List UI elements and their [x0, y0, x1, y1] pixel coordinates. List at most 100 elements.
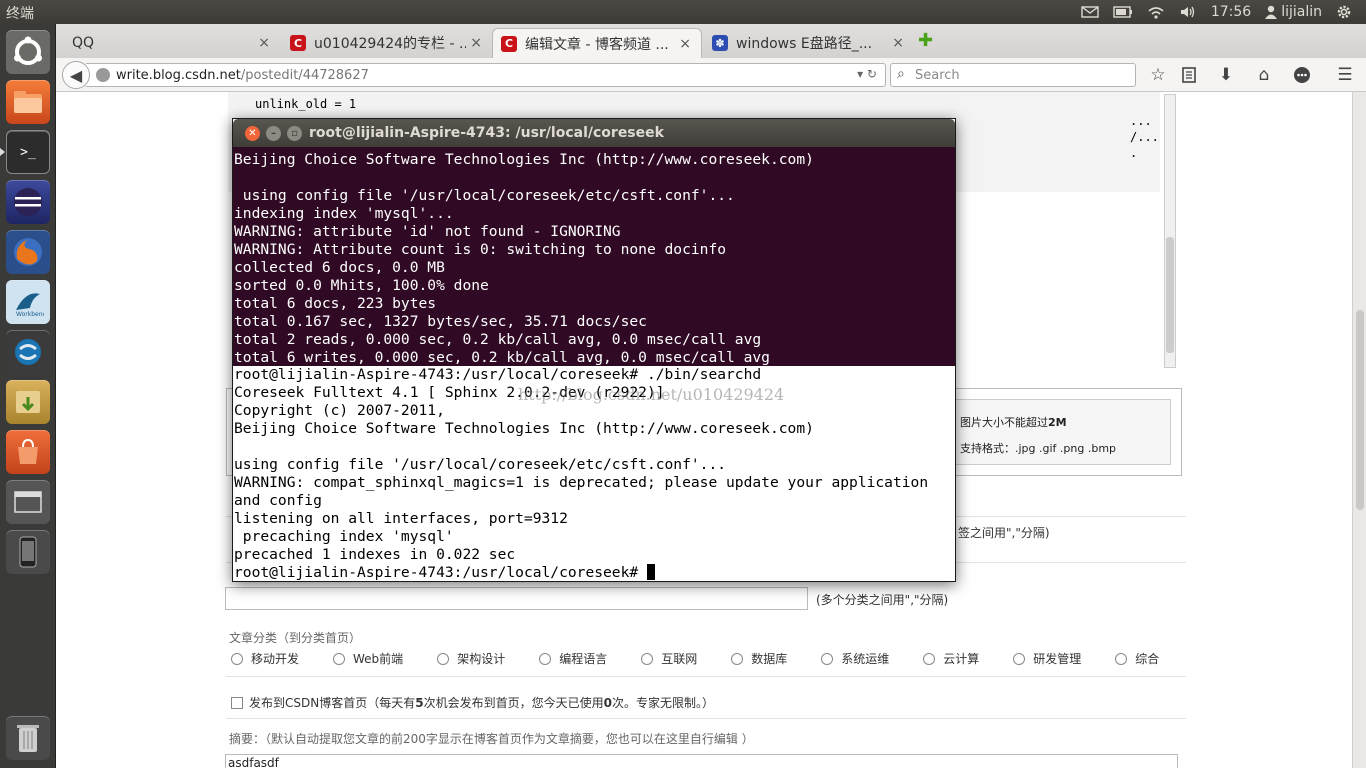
- divider: [226, 676, 1186, 677]
- csdn-favicon-icon: C: [290, 35, 306, 51]
- sublime-icon[interactable]: [6, 330, 50, 374]
- category-radio[interactable]: 架构设计: [437, 650, 505, 667]
- mail-icon[interactable]: [1081, 6, 1099, 18]
- category-radio[interactable]: 数据库: [731, 650, 787, 667]
- phone-icon[interactable]: [6, 530, 50, 574]
- editor-scrollbar[interactable]: [1164, 94, 1176, 368]
- reading-list-icon[interactable]: [1178, 65, 1200, 85]
- csdn-favicon-icon: C: [501, 35, 517, 52]
- terminal-line: root@lijialin-Aspire-4743:/usr/local/cor…: [234, 366, 762, 383]
- close-window-button[interactable]: ✕: [245, 126, 260, 141]
- tab-windows-path[interactable]: ✽ windows E盘路径_... ×: [704, 28, 914, 58]
- text-cursor: [646, 564, 655, 580]
- eclipse-icon[interactable]: [6, 180, 50, 224]
- search-placeholder: Search: [915, 67, 960, 83]
- category-radio[interactable]: 编程语言: [539, 650, 607, 667]
- terminal-titlebar[interactable]: ✕ – ▫ root@lijialin-Aspire-4743: /usr/lo…: [233, 119, 955, 147]
- archive-manager-icon[interactable]: [6, 380, 50, 424]
- active-window-title: 终端: [6, 6, 34, 22]
- software-center-icon[interactable]: [6, 430, 50, 474]
- search-input[interactable]: ⌕ Search: [890, 63, 1136, 87]
- menu-icon[interactable]: ☰: [1334, 65, 1356, 85]
- back-button[interactable]: ◀: [62, 61, 90, 89]
- category-radio[interactable]: 综合: [1115, 650, 1159, 667]
- workspace-switcher-icon[interactable]: [6, 480, 50, 524]
- category-radio-group: 移动开发 Web前端 架构设计 编程语言 互联网 数据库 系统运维 云计算 研发…: [231, 650, 1193, 667]
- category-radio[interactable]: 移动开发: [231, 650, 299, 667]
- ubuntu-logo-icon[interactable]: [6, 30, 50, 74]
- launcher: >_ Workbench: [0, 24, 56, 768]
- search-icon: ⌕: [897, 66, 905, 82]
- home-icon[interactable]: ⌂: [1253, 65, 1275, 85]
- publish-checkbox[interactable]: [231, 696, 243, 709]
- new-tab-button[interactable]: ✚: [918, 30, 933, 51]
- category-title: 文章分类（到分类首页）: [229, 631, 362, 645]
- tab-label: QQ: [72, 35, 95, 51]
- editor-scroll-thumb[interactable]: [1166, 237, 1174, 353]
- user-name: lijialin: [1281, 4, 1322, 20]
- download-icon[interactable]: ⬇: [1215, 65, 1237, 85]
- close-icon[interactable]: ×: [892, 35, 904, 51]
- code-line: unlink_old = 1: [255, 97, 357, 111]
- category-radio[interactable]: 研发管理: [1013, 650, 1081, 667]
- tab-label: u010429424的专栏 - ...: [314, 36, 467, 52]
- trash-icon[interactable]: [6, 716, 50, 760]
- tag-hint: 签之间用","分隔): [958, 526, 1050, 540]
- tab-blog-column[interactable]: C u010429424的专栏 - ... ×: [282, 28, 492, 58]
- tab-qq[interactable]: QQ ×: [64, 28, 280, 58]
- tab-edit-article[interactable]: C 编辑文章 - 博客频道 ... ×: [492, 28, 702, 58]
- category-radio[interactable]: 云计算: [923, 650, 979, 667]
- wifi-icon[interactable]: [1147, 5, 1165, 19]
- url-path: /postedit/44728627: [240, 67, 369, 83]
- terminal-line: using config file '/usr/local/coreseek/e…: [234, 456, 727, 473]
- user-icon: [1265, 5, 1278, 19]
- terminal-line: precached 1 indexes in 0.022 sec: [234, 546, 516, 563]
- page-scroll-thumb[interactable]: [1356, 310, 1364, 510]
- volume-icon[interactable]: [1179, 5, 1197, 19]
- baidu-favicon-icon: ✽: [712, 35, 728, 51]
- category-radio[interactable]: Web前端: [333, 650, 403, 667]
- clock[interactable]: 17:56: [1211, 4, 1251, 20]
- close-icon[interactable]: ×: [470, 35, 482, 51]
- terminal-line: Copyright (c) 2007-2011,: [234, 402, 445, 419]
- files-icon[interactable]: [6, 80, 50, 124]
- terminal-line: listening on all interfaces, port=9312: [234, 510, 568, 527]
- terminal-line: total 0.167 sec, 1327 bytes/sec, 35.71 d…: [234, 313, 647, 330]
- terminal-line: Beijing Choice Software Technologies Inc…: [234, 151, 814, 168]
- bookmark-star-icon[interactable]: ☆: [1147, 65, 1169, 85]
- close-icon[interactable]: ×: [679, 36, 691, 52]
- terminal-icon[interactable]: >_: [6, 130, 50, 174]
- battery-icon[interactable]: [1113, 6, 1133, 18]
- url-domain: write.blog.csdn.net: [116, 67, 241, 83]
- url-bar[interactable]: write.blog.csdn.net/postedit/44728627 ▾ …: [86, 63, 886, 87]
- user-menu[interactable]: lijialin: [1265, 4, 1322, 20]
- terminal-line: collected 6 docs, 0.0 MB: [234, 259, 445, 276]
- chat-icon[interactable]: [1291, 65, 1313, 85]
- dropdown-and-reload-icons[interactable]: ▾ ↻: [857, 67, 877, 81]
- terminal-line: Coreseek Fulltext 4.1 [ Sphinx 2.0.2-dev…: [234, 384, 665, 401]
- firefox-icon[interactable]: [6, 230, 50, 274]
- terminal-line: total 6 docs, 223 bytes: [234, 295, 437, 312]
- close-icon[interactable]: ×: [258, 35, 270, 51]
- terminal-title: root@lijialin-Aspire-4743: /usr/local/co…: [309, 125, 664, 141]
- terminal-window[interactable]: ✕ – ▫ root@lijialin-Aspire-4743: /usr/lo…: [232, 118, 956, 582]
- publish-to-home: 发布到CSDN博客首页（每天有 5 次机会发布到首页，您今天已使用 0 次。专家无限制。…: [231, 694, 714, 711]
- terminal-line: WARNING: Attribute count is 0: switching…: [234, 241, 727, 258]
- minimize-window-button[interactable]: –: [266, 126, 281, 141]
- terminal-line: WARNING: compat_sphinxql_magics=1 is dep…: [234, 474, 929, 491]
- category-input[interactable]: [225, 587, 808, 610]
- page-scrollbar[interactable]: [1352, 92, 1366, 768]
- summary-textarea[interactable]: asdfasdf: [225, 754, 1178, 768]
- gear-icon[interactable]: [1336, 4, 1352, 20]
- terminal-output[interactable]: Beijing Choice Software Technologies Inc…: [233, 147, 955, 581]
- category-radio[interactable]: 系统运维: [821, 650, 889, 667]
- terminal-prompt[interactable]: root@lijialin-Aspire-4743:/usr/local/cor…: [234, 564, 955, 581]
- category-radio[interactable]: 互联网: [641, 650, 697, 667]
- mysql-workbench-icon[interactable]: Workbench: [6, 280, 50, 324]
- maximize-window-button[interactable]: ▫: [287, 126, 302, 141]
- navigation-toolbar: write.blog.csdn.net/postedit/44728627 ▾ …: [56, 58, 1366, 92]
- terminal-line: using config file '/usr/local/coreseek/e…: [234, 187, 735, 204]
- browser-tab-bar: QQ × C u010429424的专栏 - ... × C 编辑文章 - 博客…: [56, 24, 1366, 58]
